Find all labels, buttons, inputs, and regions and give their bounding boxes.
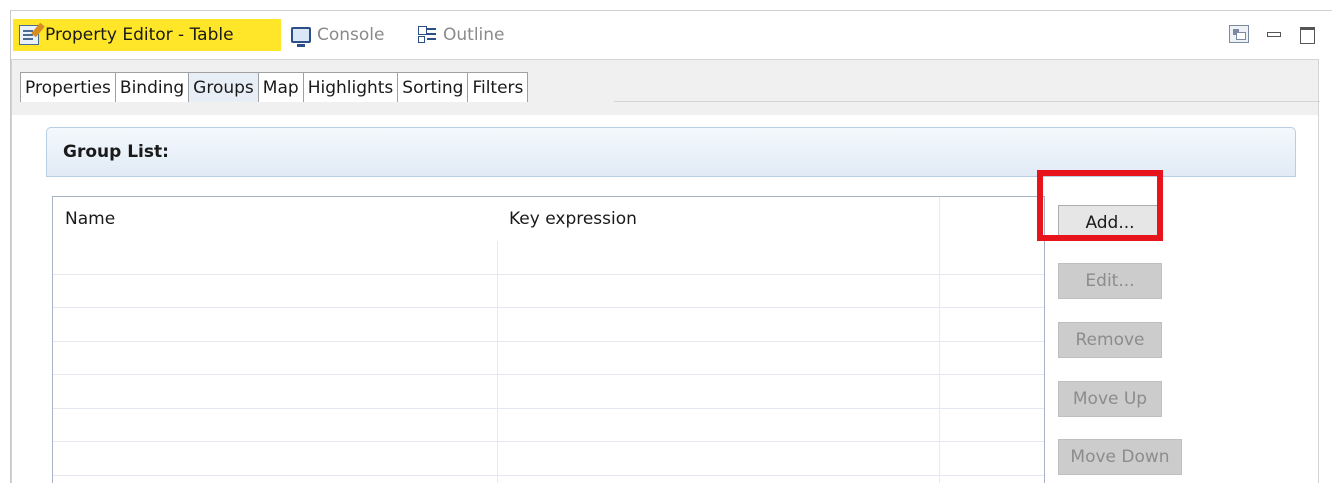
table-row[interactable]	[53, 341, 1044, 342]
table-row[interactable]	[53, 408, 1044, 409]
tab-map[interactable]: Map	[257, 72, 303, 102]
tab-outline-label: Outline	[443, 25, 505, 45]
minimize-icon[interactable]	[1263, 25, 1283, 43]
tab-console[interactable]: Console	[285, 19, 391, 51]
tab-binding[interactable]: Binding	[114, 72, 189, 102]
column-header-extra[interactable]	[939, 197, 1044, 241]
table-row[interactable]	[53, 441, 1044, 442]
tab-filters[interactable]: Filters	[467, 72, 529, 102]
property-tab-strip: Properties Binding Groups Map Highlights…	[11, 59, 1320, 115]
view-menu-icon[interactable]	[1229, 25, 1249, 43]
tab-properties[interactable]: Properties	[20, 72, 115, 102]
table-row[interactable]	[53, 307, 1044, 308]
console-icon	[291, 27, 311, 47]
property-editor-view: Property Editor - Table Console Outline …	[10, 10, 1332, 483]
view-tab-bar: Property Editor - Table Console Outline	[11, 11, 1332, 57]
outline-icon	[417, 25, 437, 45]
move-up-button[interactable]: Move Up	[1058, 381, 1162, 417]
tab-highlights[interactable]: Highlights	[302, 72, 398, 102]
tab-sorting[interactable]: Sorting	[397, 72, 468, 102]
table-row[interactable]	[53, 374, 1044, 375]
tab-property-editor[interactable]: Property Editor - Table	[13, 19, 281, 51]
property-tabs: Properties Binding Groups Map Highlights…	[20, 72, 529, 102]
view-toolbar	[1229, 25, 1317, 44]
move-down-button[interactable]: Move Down	[1058, 439, 1182, 475]
table-row[interactable]	[53, 274, 1044, 275]
tab-groups[interactable]: Groups	[188, 72, 258, 102]
column-divider	[497, 241, 498, 483]
table-header: Name Key expression	[53, 197, 1044, 241]
column-header-name[interactable]: Name	[53, 197, 497, 241]
tab-strip-divider	[614, 101, 1320, 102]
column-header-key-expression[interactable]: Key expression	[497, 197, 939, 241]
group-list-table[interactable]: Name Key expression	[52, 196, 1045, 483]
edit-button[interactable]: Edit...	[1058, 263, 1162, 299]
tab-property-editor-label: Property Editor - Table	[45, 25, 234, 45]
remove-button[interactable]: Remove	[1058, 322, 1162, 358]
tab-outline[interactable]: Outline	[411, 19, 511, 51]
add-button-highlight	[1037, 170, 1163, 241]
table-row[interactable]	[53, 475, 1044, 476]
tab-console-label: Console	[317, 25, 385, 45]
maximize-icon[interactable]	[1297, 25, 1317, 44]
property-editor-icon	[19, 25, 39, 45]
